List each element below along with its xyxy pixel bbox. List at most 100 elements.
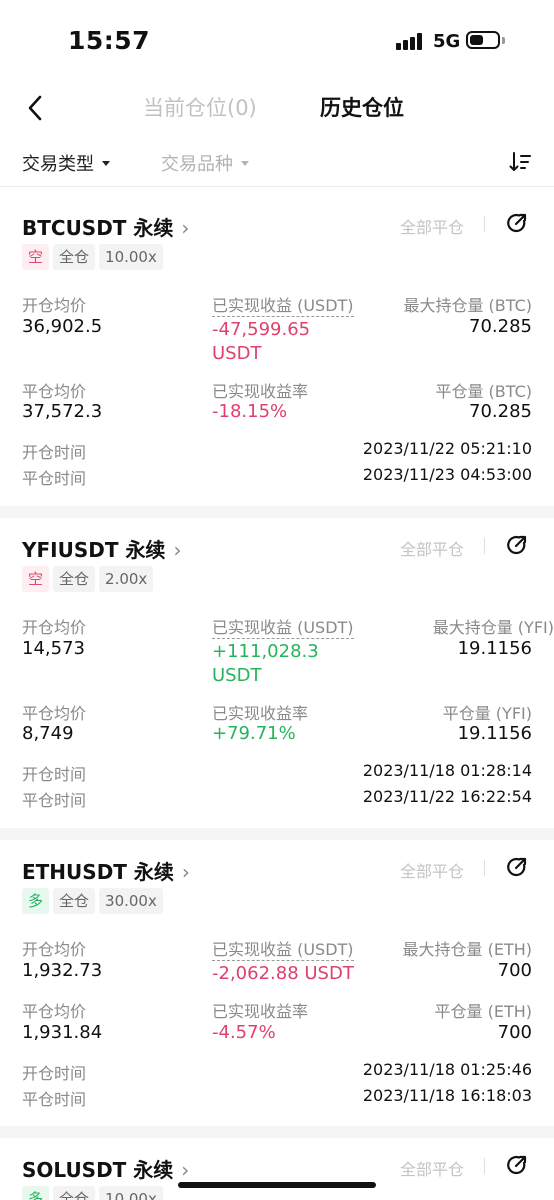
realized-rate-label: 已实现收益率 <box>212 1002 309 1021</box>
realized-rate-value: -18.15% <box>212 401 288 422</box>
leverage-badge: 30.00x <box>99 888 163 914</box>
position-tags: 多全仓 10.00x <box>22 1186 167 1200</box>
position-tags: 空全仓 10.00x <box>22 244 167 270</box>
trade-symbol-dropdown[interactable]: 交易品种 <box>161 150 249 176</box>
realized-pnl-value: -47,599.65 <box>212 319 311 340</box>
close-qty-label: 平仓量 (ETH) <box>434 1002 533 1021</box>
close-time-value: 2023/11/23 04:53:00 <box>362 465 532 484</box>
close-qty-value: 700 <box>497 1022 532 1043</box>
home-indicator[interactable] <box>178 1182 376 1188</box>
share-icon[interactable] <box>506 856 528 878</box>
chevron-right-icon: › <box>181 1158 190 1182</box>
side-badge: 空 <box>22 244 50 270</box>
battery-tip <box>502 37 505 44</box>
position-symbol[interactable]: ETHUSDT 永续 › <box>22 856 190 885</box>
max-hold-label: 最大持仓量 (BTC) <box>403 296 532 315</box>
divider <box>484 1158 485 1174</box>
realized-pnl-value: -2,062.88 USDT <box>212 963 354 984</box>
divider <box>0 186 554 187</box>
open-avg-value: 14,573 <box>22 638 85 659</box>
max-hold-value: 70.285 <box>469 316 532 337</box>
close-time-label: 平仓时间 <box>22 469 87 488</box>
close-avg-label: 平仓均价 <box>22 382 87 401</box>
realized-pnl-text: 已实现收益 (USDT) <box>212 618 354 639</box>
trade-type-dropdown[interactable]: 交易类型 <box>22 150 110 176</box>
margin-badge: 全仓 <box>53 888 96 914</box>
position-card: SOLUSDT 永续 › 全部平仓 多全仓 10.00x <box>0 1130 554 1200</box>
open-time-label: 开仓时间 <box>22 443 87 462</box>
leverage-badge: 2.00x <box>99 566 154 592</box>
max-hold-label: 最大持仓量 (YFI) <box>432 618 554 637</box>
close-all-button[interactable]: 全部平仓 <box>400 536 464 560</box>
tab-current-positions[interactable]: 当前仓位(0) <box>143 92 257 122</box>
position-tags: 空全仓 2.00x <box>22 566 157 592</box>
battery-icon <box>466 31 500 49</box>
trade-type-label: 交易类型 <box>22 154 94 175</box>
position-symbol[interactable]: BTCUSDT 永续 › <box>22 212 189 241</box>
chevron-right-icon: › <box>181 860 190 884</box>
trade-symbol-label: 交易品种 <box>161 154 233 175</box>
close-time-value: 2023/11/18 16:18:03 <box>362 1086 532 1105</box>
margin-badge: 全仓 <box>53 1186 96 1200</box>
divider <box>484 538 485 554</box>
caret-down-icon <box>241 160 249 166</box>
close-qty-label: 平仓量 (BTC) <box>435 382 532 401</box>
filter-bar: 交易类型 交易品种 <box>0 142 554 182</box>
close-time-value: 2023/11/22 16:22:54 <box>362 787 532 806</box>
share-icon[interactable] <box>506 534 528 556</box>
max-hold-label: 最大持仓量 (ETH) <box>402 940 533 959</box>
realized-pnl-text: 已实现收益 (USDT) <box>212 296 354 317</box>
chevron-right-icon: › <box>173 538 182 562</box>
realized-pnl-label[interactable]: 已实现收益 (USDT) <box>212 936 354 961</box>
open-avg-label: 开仓均价 <box>22 618 87 637</box>
share-icon[interactable] <box>506 1154 528 1176</box>
max-hold-value: 700 <box>497 960 532 981</box>
position-symbol[interactable]: SOLUSDT 永续 › <box>22 1154 189 1183</box>
open-time-label: 开仓时间 <box>22 765 87 784</box>
close-time-label: 平仓时间 <box>22 1090 87 1109</box>
realized-rate-label: 已实现收益率 <box>212 382 309 401</box>
position-card: YFIUSDT 永续 › 全部平仓 空全仓 2.00x 开仓均价 14,573 已实… <box>0 510 554 820</box>
close-avg-label: 平仓均价 <box>22 704 87 723</box>
realized-pnl-unit: USDT <box>212 343 262 364</box>
open-time-value: 2023/11/22 05:21:10 <box>362 439 532 458</box>
position-tags: 多全仓 30.00x <box>22 888 167 914</box>
leverage-badge: 10.00x <box>99 244 163 270</box>
open-time-value: 2023/11/18 01:25:46 <box>362 1060 532 1079</box>
divider <box>484 860 485 876</box>
network-label: 5G <box>433 31 461 52</box>
symbol-label: SOLUSDT 永续 <box>22 1158 174 1182</box>
symbol-label: YFIUSDT 永续 <box>22 538 166 562</box>
realized-pnl-unit: USDT <box>212 665 262 686</box>
realized-pnl-label[interactable]: 已实现收益 (USDT) <box>212 614 354 639</box>
realized-rate-value: -4.57% <box>212 1022 276 1043</box>
close-avg-value: 37,572.3 <box>22 401 103 422</box>
chevron-left-icon[interactable] <box>24 94 48 122</box>
realized-rate-value: +79.71% <box>212 723 296 744</box>
position-card: BTCUSDT 永续 › 全部平仓 空全仓 10.00x 开仓均价 36,902.5… <box>0 188 554 498</box>
position-symbol[interactable]: YFIUSDT 永续 › <box>22 534 181 563</box>
position-card: ETHUSDT 永续 › 全部平仓 多全仓 30.00x 开仓均价 1,932.73… <box>0 832 554 1142</box>
open-avg-label: 开仓均价 <box>22 296 87 315</box>
share-icon[interactable] <box>506 212 528 234</box>
sort-icon[interactable] <box>508 150 532 174</box>
margin-badge: 全仓 <box>53 244 96 270</box>
chevron-right-icon: › <box>181 216 190 240</box>
realized-pnl-value: +111,028.3 <box>212 641 319 662</box>
nav-bar: 当前仓位(0) 历史仓位 <box>0 84 554 132</box>
close-all-button[interactable]: 全部平仓 <box>400 214 464 238</box>
symbol-label: BTCUSDT 永续 <box>22 216 174 240</box>
close-all-button[interactable]: 全部平仓 <box>400 858 464 882</box>
side-badge: 多 <box>22 1186 50 1200</box>
open-avg-value: 1,932.73 <box>22 960 103 981</box>
status-bar: 15:57 5G <box>0 0 554 84</box>
leverage-badge: 10.00x <box>99 1186 163 1200</box>
tab-history-positions[interactable]: 历史仓位 <box>320 92 404 122</box>
open-avg-label: 开仓均价 <box>22 940 87 959</box>
close-avg-value: 1,931.84 <box>22 1022 103 1043</box>
realized-pnl-label[interactable]: 已实现收益 (USDT) <box>212 292 354 317</box>
close-all-button[interactable]: 全部平仓 <box>400 1156 464 1180</box>
max-hold-value: 19.1156 <box>457 638 532 659</box>
divider <box>484 216 485 232</box>
realized-pnl-text: 已实现收益 (USDT) <box>212 940 354 961</box>
